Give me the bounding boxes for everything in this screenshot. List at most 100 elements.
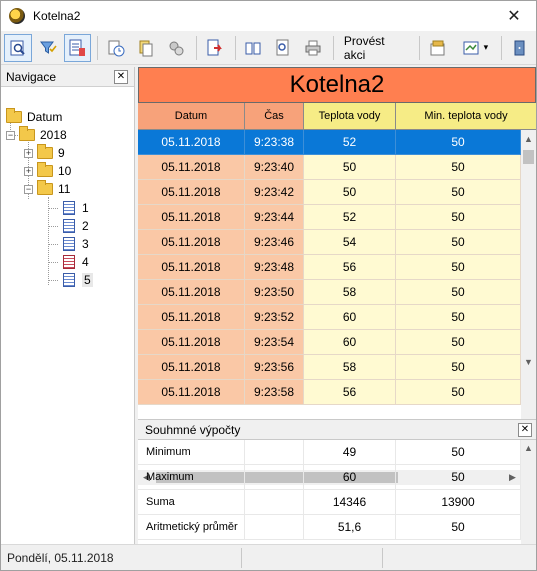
book-button[interactable] [240, 34, 268, 62]
cell-min-teplota[interactable]: 50 [396, 255, 521, 280]
column-header-teplota[interactable]: Teplota vody [304, 103, 396, 130]
cell-datum[interactable]: 05.11.2018 [138, 180, 245, 205]
collapse-icon[interactable]: − [24, 184, 33, 194]
scrollbar-thumb[interactable] [523, 150, 534, 164]
document-icon [63, 201, 75, 215]
tree-node-day-4[interactable]: 4 [63, 253, 89, 271]
window-close-button[interactable]: ✕ [492, 1, 536, 31]
print-preview-icon [276, 39, 289, 55]
filter-button[interactable] [34, 34, 62, 62]
tree-node-month-9[interactable]: + 9 [24, 144, 65, 162]
summary-vertical-scrollbar[interactable]: ▲ [521, 440, 536, 544]
scroll-up-icon[interactable]: ▲ [521, 440, 536, 455]
cell-teplota[interactable]: 56 [304, 380, 396, 405]
tools-button[interactable] [162, 34, 190, 62]
table-row[interactable]: 05.11.2018 9:23:52 60 50 [138, 305, 521, 330]
collapse-icon[interactable]: − [6, 130, 15, 140]
tree-line [48, 262, 58, 263]
cell-cas[interactable]: 9:23:42 [245, 180, 304, 205]
table-row[interactable]: 05.11.2018 9:23:44 52 50 [138, 205, 521, 230]
cell-min-teplota[interactable]: 50 [396, 305, 521, 330]
cell-min-teplota[interactable]: 50 [396, 380, 521, 405]
cell-cas[interactable]: 9:23:56 [245, 355, 304, 380]
cell-teplota[interactable]: 52 [304, 130, 396, 155]
run-action-button[interactable]: Provést akci [338, 34, 415, 62]
tree-node-root[interactable]: Datum [6, 108, 62, 126]
cell-cas[interactable]: 9:23:52 [245, 305, 304, 330]
cell-cas[interactable]: 9:23:58 [245, 380, 304, 405]
table-row[interactable]: 05.11.2018 9:23:54 60 50 [138, 330, 521, 355]
tree-node-day-2[interactable]: 2 [63, 217, 89, 235]
tree-node-month-11[interactable]: − 11 [24, 180, 70, 198]
settings-button[interactable] [424, 34, 452, 62]
column-header-datum[interactable]: Datum [138, 103, 245, 130]
tree-node-day-3[interactable]: 3 [63, 235, 89, 253]
cell-teplota[interactable]: 50 [304, 180, 396, 205]
copy-button[interactable] [132, 34, 160, 62]
table-row[interactable]: 05.11.2018 9:23:38 52 50 [138, 130, 521, 155]
cell-datum[interactable]: 05.11.2018 [138, 155, 245, 180]
cell-teplota[interactable]: 58 [304, 355, 396, 380]
cell-teplota[interactable]: 56 [304, 255, 396, 280]
table-row[interactable]: 05.11.2018 9:23:58 56 50 [138, 380, 521, 405]
history-button[interactable] [102, 34, 130, 62]
column-header-min-teplota[interactable]: Min. teplota vody [396, 103, 536, 130]
scroll-down-icon[interactable]: ▼ [521, 353, 536, 370]
cell-cas[interactable]: 9:23:46 [245, 230, 304, 255]
expand-icon[interactable]: + [24, 148, 33, 158]
table-report-button[interactable] [63, 33, 92, 62]
table-row[interactable]: 05.11.2018 9:23:42 50 50 [138, 180, 521, 205]
expand-icon[interactable]: + [24, 166, 33, 176]
tree-node-day-1[interactable]: 1 [63, 199, 89, 217]
cell-datum[interactable]: 05.11.2018 [138, 205, 245, 230]
cell-cas[interactable]: 9:23:54 [245, 330, 304, 355]
cell-teplota[interactable]: 60 [304, 305, 396, 330]
tree-node-month-10[interactable]: + 10 [24, 162, 71, 180]
cell-cas[interactable]: 9:23:44 [245, 205, 304, 230]
print-button[interactable] [299, 34, 327, 62]
cell-cas[interactable]: 9:23:40 [245, 155, 304, 180]
table-row[interactable]: 05.11.2018 9:23:50 58 50 [138, 280, 521, 305]
cell-cas[interactable]: 9:23:48 [245, 255, 304, 280]
cell-cas[interactable]: 9:23:50 [245, 280, 304, 305]
cell-datum[interactable]: 05.11.2018 [138, 305, 245, 330]
cell-cas[interactable]: 9:23:38 [245, 130, 304, 155]
navigation-close-button[interactable]: ✕ [114, 70, 128, 84]
cell-min-teplota[interactable]: 50 [396, 155, 521, 180]
cell-min-teplota[interactable]: 50 [396, 330, 521, 355]
tree-node-year[interactable]: − 2018 [6, 126, 67, 144]
cell-datum[interactable]: 05.11.2018 [138, 255, 245, 280]
export-button[interactable] [201, 34, 229, 62]
tree-node-day-5[interactable]: 5 [63, 271, 93, 289]
table-row[interactable]: 05.11.2018 9:23:56 58 50 [138, 355, 521, 380]
summary-cell-cas [245, 490, 304, 515]
cell-teplota[interactable]: 52 [304, 205, 396, 230]
exit-button[interactable] [506, 34, 534, 62]
cell-min-teplota[interactable]: 50 [396, 205, 521, 230]
cell-datum[interactable]: 05.11.2018 [138, 130, 245, 155]
grid-title: Kotelna2 [138, 67, 536, 103]
table-row[interactable]: 05.11.2018 9:23:46 54 50 [138, 230, 521, 255]
cell-min-teplota[interactable]: 50 [396, 130, 521, 155]
cell-datum[interactable]: 05.11.2018 [138, 330, 245, 355]
cell-teplota[interactable]: 60 [304, 330, 396, 355]
cell-min-teplota[interactable]: 50 [396, 180, 521, 205]
cell-datum[interactable]: 05.11.2018 [138, 280, 245, 305]
cell-teplota[interactable]: 58 [304, 280, 396, 305]
cell-datum[interactable]: 05.11.2018 [138, 380, 245, 405]
column-header-cas[interactable]: Čas [245, 103, 304, 130]
cell-min-teplota[interactable]: 50 [396, 230, 521, 255]
cell-min-teplota[interactable]: 50 [396, 280, 521, 305]
cell-teplota[interactable]: 50 [304, 155, 396, 180]
cell-datum[interactable]: 05.11.2018 [138, 355, 245, 380]
cell-datum[interactable]: 05.11.2018 [138, 230, 245, 255]
scroll-up-icon[interactable]: ▲ [521, 130, 536, 147]
cell-teplota[interactable]: 54 [304, 230, 396, 255]
cell-min-teplota[interactable]: 50 [396, 355, 521, 380]
print-preview-button[interactable] [269, 34, 297, 62]
table-row[interactable]: 05.11.2018 9:23:40 50 50 [138, 155, 521, 180]
table-row[interactable]: 05.11.2018 9:23:48 56 50 [138, 255, 521, 280]
preview-button[interactable] [4, 33, 32, 62]
summary-close-button[interactable]: ✕ [518, 423, 532, 437]
chart-dropdown-button[interactable]: ▾ [454, 34, 498, 62]
